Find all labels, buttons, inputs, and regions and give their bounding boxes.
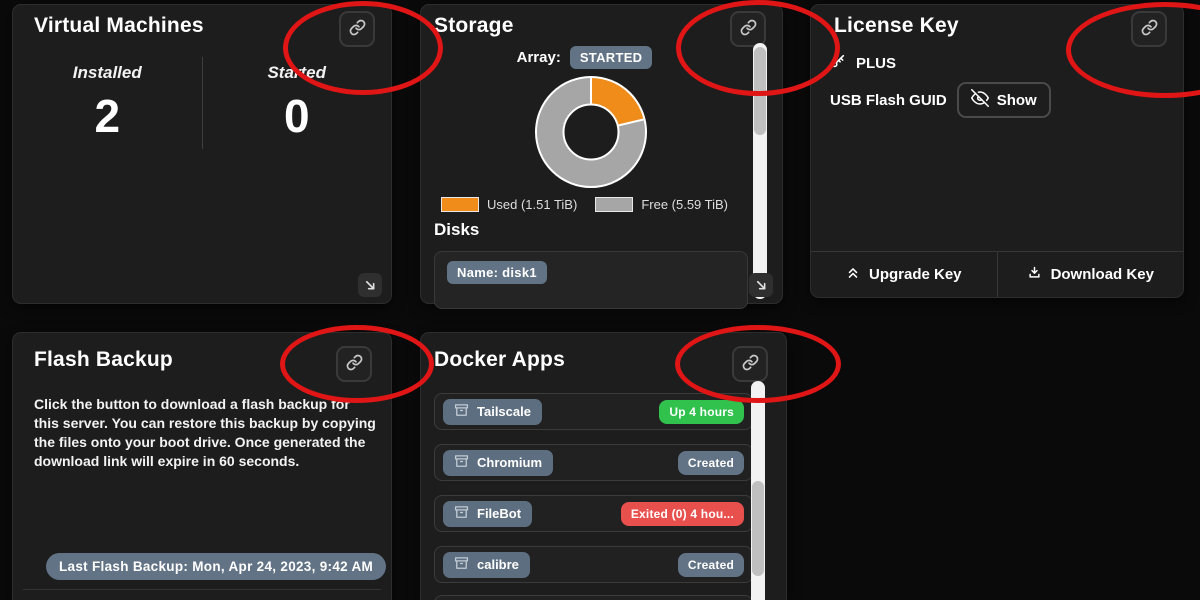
download-key-label: Download Key: [1051, 266, 1154, 283]
license-footer: Upgrade Key Download Key: [811, 251, 1183, 297]
docker-app-name-badge[interactable]: Tailscale: [443, 399, 542, 425]
resize-handle-icon[interactable]: [749, 273, 773, 297]
flash-footer-divider: [23, 589, 381, 590]
array-status-row: Array: STARTED: [421, 46, 748, 69]
docker-app-name: Tailscale: [477, 404, 531, 419]
docker-app-row: Tailscale Up 4 hours: [434, 393, 753, 430]
license-tier-label: PLUS: [856, 55, 896, 72]
legend-item-used: Used (1.51 TiB): [441, 197, 577, 212]
legend-label-free: Free (5.59 TiB): [641, 197, 728, 212]
last-flash-backup-badge: Last Flash Backup: Mon, Apr 24, 2023, 9:…: [46, 553, 386, 580]
container-icon: [454, 557, 469, 573]
card-storage: Storage Array: STARTED Used (1.51 TiB): [420, 4, 783, 304]
legend-swatch-free: [595, 197, 633, 212]
vm-stat-started: Started 0: [202, 57, 392, 149]
vm-installed-label: Installed: [13, 63, 202, 83]
card-license-key: License Key PLUS USB Flash GUID Show Upg…: [810, 4, 1184, 298]
card-title-docker-apps: Docker Apps: [434, 348, 565, 372]
docker-scrollbar[interactable]: [751, 381, 765, 600]
upgrade-key-button[interactable]: Upgrade Key: [811, 252, 997, 297]
vm-installed-count: 2: [13, 89, 202, 143]
docker-app-status-badge: Created: [678, 553, 744, 577]
license-guid-row: USB Flash GUID Show: [830, 82, 1051, 118]
card-flash-backup: Flash Backup Click the button to downloa…: [12, 332, 392, 600]
docker-app-status-badge: Up 4 hours: [659, 400, 744, 424]
card-docker-apps: Docker Apps Tailscale Up 4 hours Chromiu…: [420, 332, 787, 600]
legend-swatch-used: [441, 197, 479, 212]
storage-donut-chart: [535, 76, 647, 193]
container-icon: [454, 455, 469, 471]
card-title-license-key: License Key: [834, 14, 959, 38]
link-icon: [1141, 19, 1158, 39]
card-title-flash-backup: Flash Backup: [34, 348, 173, 372]
vm-started-label: Started: [203, 63, 392, 83]
license-tier-row: PLUS: [830, 53, 896, 73]
card-virtual-machines: Virtual Machines Installed 2 Started 0: [12, 4, 392, 304]
docker-app-row: FileBot Exited (0) 4 hou...: [434, 495, 753, 532]
download-icon: [1027, 265, 1042, 284]
vm-stats: Installed 2 Started 0: [13, 57, 391, 149]
show-guid-label: Show: [997, 92, 1037, 109]
docker-app-name: FileBot: [477, 506, 521, 521]
docker-app-status-badge: Created: [678, 451, 744, 475]
disks-heading: Disks: [434, 220, 479, 240]
flash-backup-description: Click the button to download a flash bac…: [34, 395, 378, 471]
link-icon: [346, 354, 363, 374]
legend-label-used: Used (1.51 TiB): [487, 197, 577, 212]
disk-name-badge: Name: disk1: [447, 261, 547, 284]
legend-item-free: Free (5.59 TiB): [595, 197, 728, 212]
docker-app-status-badge: Exited (0) 4 hou...: [621, 502, 744, 526]
docker-app-row: calibre Created: [434, 546, 753, 583]
disk-row: Name: disk1: [434, 251, 748, 309]
flash-link-button[interactable]: [336, 346, 372, 382]
storage-link-button[interactable]: [730, 11, 766, 47]
card-title-storage: Storage: [434, 14, 514, 38]
docker-scrollbar-thumb[interactable]: [752, 481, 764, 576]
upgrade-key-label: Upgrade Key: [869, 266, 962, 283]
unraid-dashboard: Virtual Machines Installed 2 Started 0 S…: [0, 0, 1200, 600]
storage-scrollbar-thumb[interactable]: [754, 47, 766, 135]
container-icon: [454, 404, 469, 420]
guid-label: USB Flash GUID: [830, 92, 947, 109]
docker-app-name-badge[interactable]: FileBot: [443, 501, 532, 527]
docker-app-name-badge[interactable]: Chromium: [443, 450, 553, 476]
chevrons-up-icon: [846, 266, 860, 284]
docker-link-button[interactable]: [732, 346, 768, 382]
eye-slash-icon: [971, 89, 989, 111]
docker-app-row-partial: [434, 595, 753, 600]
array-label: Array:: [517, 49, 561, 66]
key-icon: [830, 53, 846, 73]
vm-stat-installed: Installed 2: [13, 57, 202, 149]
vm-started-count: 0: [203, 89, 392, 143]
show-guid-button[interactable]: Show: [957, 82, 1051, 118]
link-icon: [740, 19, 757, 39]
donut-legend: Used (1.51 TiB) Free (5.59 TiB): [421, 197, 748, 212]
storage-scrollbar[interactable]: [753, 43, 767, 299]
card-title-virtual-machines: Virtual Machines: [34, 14, 204, 38]
docker-app-name-badge[interactable]: calibre: [443, 552, 530, 578]
docker-app-name: calibre: [477, 557, 519, 572]
resize-handle-icon[interactable]: [358, 273, 382, 297]
docker-app-row: Chromium Created: [434, 444, 753, 481]
download-key-button[interactable]: Download Key: [997, 252, 1184, 297]
link-icon: [349, 19, 366, 39]
license-link-button[interactable]: [1131, 11, 1167, 47]
container-icon: [454, 506, 469, 522]
vm-link-button[interactable]: [339, 11, 375, 47]
docker-app-name: Chromium: [477, 455, 542, 470]
link-icon: [742, 354, 759, 374]
array-status-badge: STARTED: [570, 46, 653, 69]
